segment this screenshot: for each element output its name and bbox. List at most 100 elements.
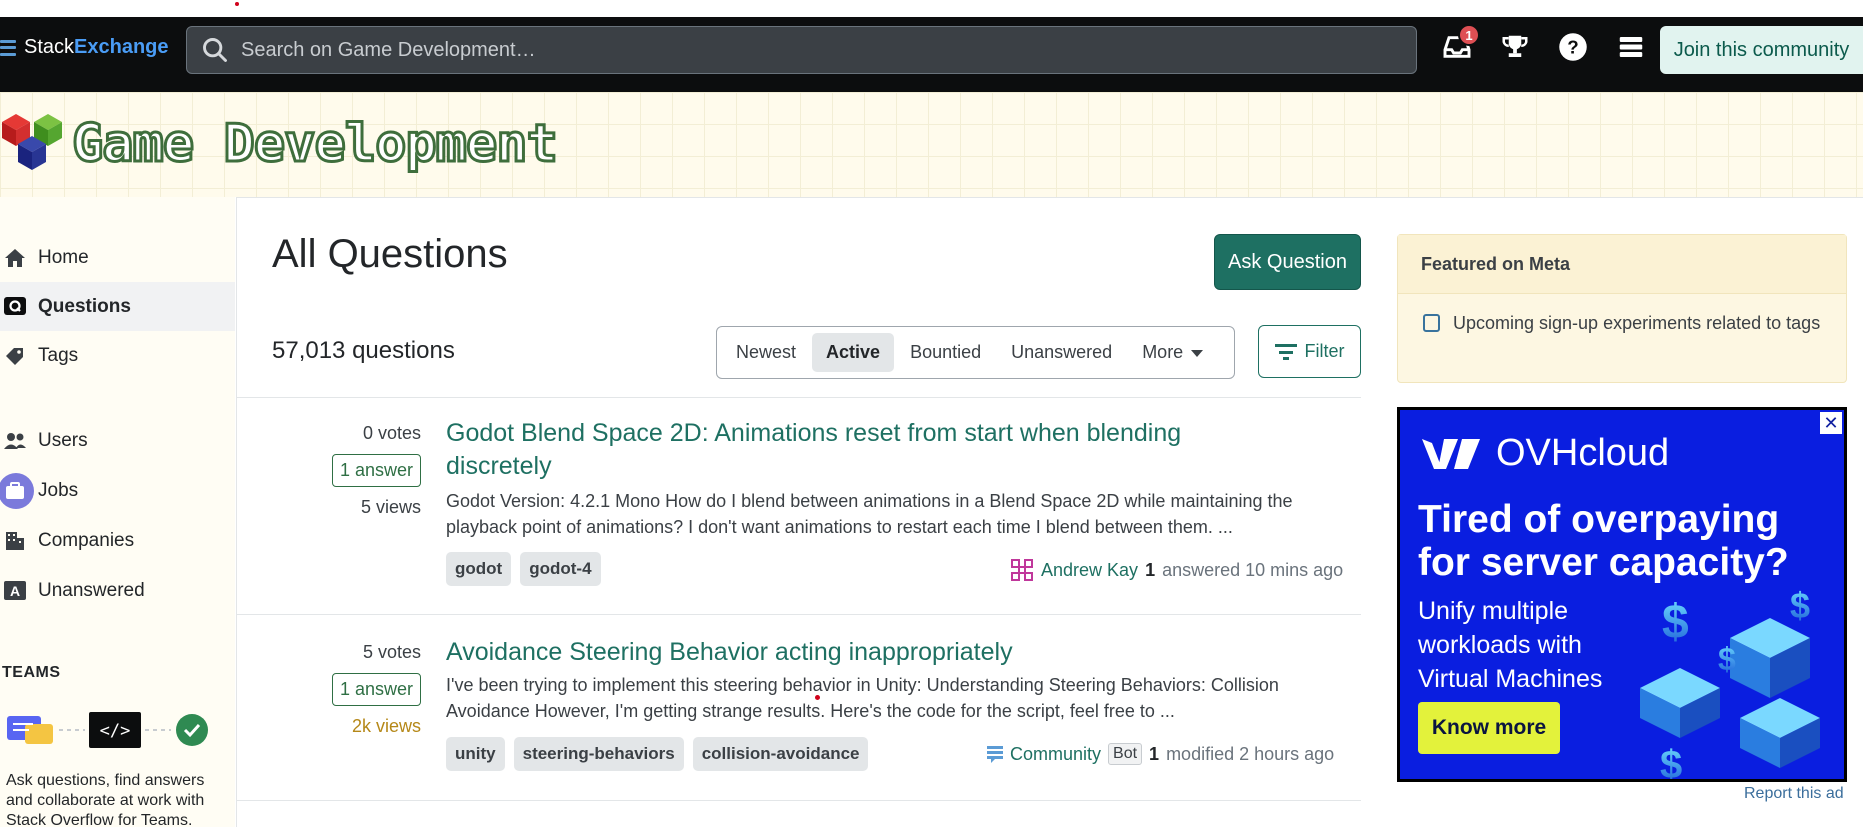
svg-text:$: $ — [1660, 743, 1682, 782]
users-icon — [3, 429, 27, 453]
sidebar-item-label: Jobs — [38, 479, 79, 501]
svg-text:?: ? — [1567, 36, 1578, 57]
report-ad-link[interactable]: Report this ad — [1744, 785, 1844, 803]
search-icon — [203, 38, 227, 62]
svg-text:$: $ — [1790, 585, 1810, 626]
user-name-link[interactable]: Community — [1010, 744, 1101, 765]
sidebar-item-label: Questions — [38, 295, 131, 317]
sidebar-item-label: Users — [38, 429, 88, 451]
question-excerpt: I've been trying to implement this steer… — [446, 675, 1279, 721]
sidebar-item-users[interactable]: Users — [0, 416, 235, 465]
filter-label: Filter — [1304, 341, 1345, 361]
logo-exchange-text: Exchange — [74, 36, 169, 58]
page-title: All Questions — [272, 232, 508, 276]
sidebar-item-tags[interactable]: Tags — [0, 331, 235, 380]
activity-time[interactable]: modified 2 hours ago — [1166, 744, 1334, 765]
sidebar-item-jobs[interactable]: Jobs — [0, 466, 235, 515]
community-avatar[interactable] — [987, 745, 1003, 763]
teams-illustration: </> — [5, 712, 209, 748]
site-logo[interactable]: Game Development — [0, 112, 559, 176]
sidebar-item-companies[interactable]: Companies — [0, 516, 235, 565]
ad-know-more-button[interactable]: Know more — [1418, 702, 1560, 754]
sidebar-item-label: Companies — [38, 529, 135, 551]
sidebar-item-label: Home — [38, 246, 89, 268]
ovhcloud-logo-icon — [1422, 438, 1480, 469]
server-illustration: $ $ $ $ — [1640, 585, 1820, 782]
caret-down-icon — [1191, 349, 1204, 357]
tag-steering-behaviors[interactable]: steering-behaviors — [513, 737, 684, 771]
logo-stack-text: Stack — [24, 36, 75, 58]
filter-icon — [1274, 343, 1297, 360]
red-dot — [815, 695, 820, 700]
sidebar-item-unanswered[interactable]: A Unanswered — [0, 566, 235, 615]
advertisement[interactable]: ✕ OVHcloud Tired of overpaying for serve… — [1397, 407, 1847, 782]
tag-list: godot godot-4 — [446, 552, 601, 586]
divider — [236, 614, 1361, 615]
comment-bubble-icon — [1423, 314, 1440, 332]
tab-newest[interactable]: Newest — [722, 333, 810, 372]
code-icon: </> — [89, 712, 141, 748]
tag-godot-4[interactable]: godot-4 — [520, 552, 601, 586]
question-title-link[interactable]: Godot Blend Space 2D: Animations reset f… — [446, 417, 1276, 483]
stackexchange-logo[interactable]: StackExchange — [0, 36, 169, 59]
search-input[interactable] — [239, 37, 1339, 63]
avatar[interactable] — [1010, 558, 1034, 582]
cubes-icon — [2, 114, 62, 170]
tag-icon — [3, 344, 27, 368]
user-reputation: 1 — [1145, 559, 1156, 580]
dashes — [145, 729, 171, 731]
site-switcher-icon[interactable] — [0, 39, 16, 56]
question-title-link[interactable]: Avoidance Steering Behavior acting inapp… — [446, 636, 1013, 669]
unanswered-icon: A — [3, 579, 27, 603]
meta-item[interactable]: Upcoming sign-up experiments related to … — [1398, 294, 1846, 336]
divider — [236, 397, 1361, 398]
question-count: 57,013 questions — [272, 337, 455, 364]
home-icon — [3, 246, 27, 270]
sidebar-item-home[interactable]: Home — [0, 233, 235, 282]
tag-collision-avoidance[interactable]: collision-avoidance — [692, 737, 869, 771]
chat-icon — [7, 716, 53, 744]
filter-button[interactable]: Filter — [1258, 325, 1361, 378]
answer-count: 1 answer — [331, 673, 421, 706]
tag-godot[interactable]: godot — [446, 552, 512, 586]
tag-unity[interactable]: unity — [446, 737, 505, 771]
vote-count: 0 votes — [362, 423, 421, 443]
trophy-icon[interactable] — [1498, 30, 1532, 64]
tab-unanswered[interactable]: Unanswered — [997, 333, 1126, 372]
ad-brand-text: OVHcloud — [1496, 432, 1670, 474]
bot-badge: Bot — [1108, 743, 1143, 765]
answer-count: 1 answer — [331, 454, 421, 487]
help-icon[interactable]: ? — [1556, 30, 1590, 64]
tab-more-label: More — [1142, 342, 1184, 362]
divider — [236, 800, 1361, 801]
join-community-button[interactable]: Join this community — [1660, 26, 1863, 74]
dashes — [59, 729, 85, 731]
svg-text:$: $ — [1718, 641, 1736, 677]
sidebar-item-questions[interactable]: Questions — [0, 282, 235, 331]
search-box[interactable] — [186, 26, 1417, 74]
question-stats: 0 votes 1 answer 5 views — [235, 423, 421, 518]
ad-close-icon[interactable]: ✕ — [1820, 412, 1842, 434]
activity-time[interactable]: answered 10 mins ago — [1162, 560, 1343, 581]
sidebar-item-label: Tags — [38, 344, 79, 366]
red-dot — [235, 2, 239, 6]
teams-description: Ask questions, find answers and collabor… — [6, 772, 205, 829]
tab-more[interactable]: More — [1128, 333, 1217, 372]
user-card: Andrew Kay 1 answered 10 mins ago — [1010, 558, 1343, 582]
sidebar-item-label: Unanswered — [38, 579, 145, 601]
site-switcher-menu-icon[interactable] — [1614, 30, 1648, 64]
questions-icon — [3, 295, 27, 319]
question-excerpt: Godot Version: 4.2.1 Mono How do I blend… — [446, 491, 1293, 537]
meta-item-link[interactable]: Upcoming sign-up experiments related to … — [1453, 310, 1820, 336]
inbox-icon[interactable]: 1 — [1440, 24, 1480, 64]
tab-active[interactable]: Active — [812, 333, 895, 372]
tab-bountied[interactable]: Bountied — [896, 333, 995, 372]
ask-question-button[interactable]: Ask Question — [1214, 234, 1361, 290]
user-name-link[interactable]: Andrew Kay — [1041, 560, 1138, 581]
sort-tabs: Newest Active Bountied Unanswered More — [716, 326, 1235, 379]
ad-brand: OVHcloud — [1418, 432, 1669, 475]
view-count: 2k views — [351, 716, 421, 736]
building-icon — [3, 529, 27, 553]
topbar-icons: 1 ? — [1440, 24, 1648, 64]
check-circle-icon — [176, 714, 208, 746]
